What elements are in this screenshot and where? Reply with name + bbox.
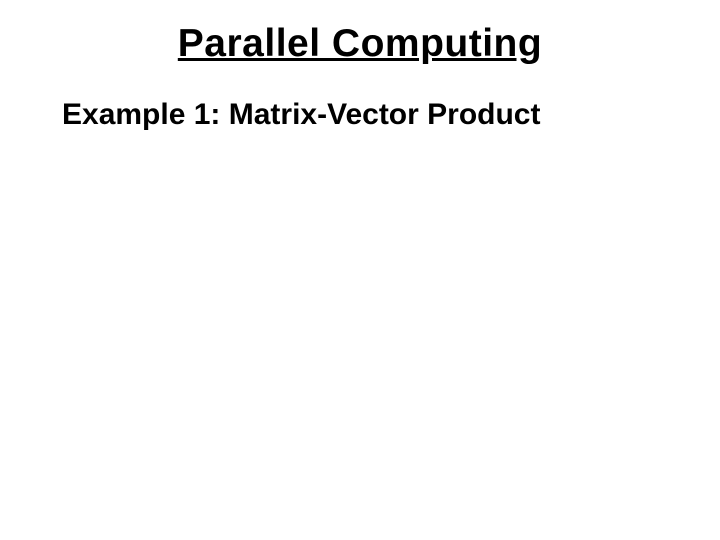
slide-title: Parallel Computing <box>0 22 720 66</box>
slide-container: Parallel Computing Example 1: Matrix-Vec… <box>0 0 720 540</box>
slide-subtitle: Example 1: Matrix-Vector Product <box>62 98 720 132</box>
